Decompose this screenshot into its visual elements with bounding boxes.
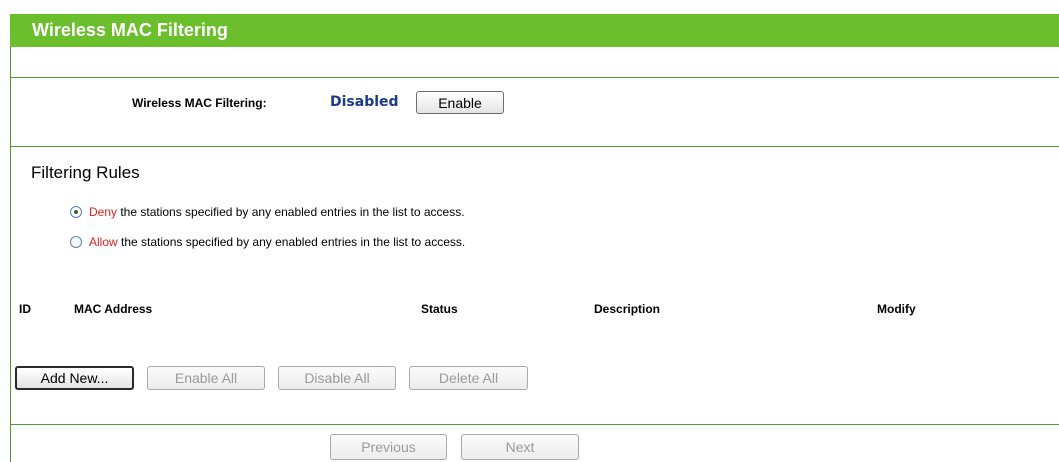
deny-option-label: Deny the stations specified by any enabl… <box>89 205 465 219</box>
deny-keyword: Deny <box>89 205 118 219</box>
column-header-description: Description <box>594 302 661 316</box>
enable-all-button[interactable]: Enable All <box>147 366 265 390</box>
column-header-modify: Modify <box>877 302 916 316</box>
delete-all-button[interactable]: Delete All <box>409 366 528 390</box>
divider <box>11 146 1059 147</box>
column-header-id: ID <box>19 302 31 316</box>
enable-button[interactable]: Enable <box>416 91 504 114</box>
allow-radio[interactable] <box>70 236 82 248</box>
divider <box>11 77 1059 78</box>
radio-selected-dot <box>74 210 78 214</box>
allow-option-text: the stations specified by any enabled en… <box>117 235 466 249</box>
column-header-mac-address: MAC Address <box>74 302 153 316</box>
filtering-rules-heading: Filtering Rules <box>31 163 140 182</box>
disable-all-button[interactable]: Disable All <box>278 366 396 390</box>
allow-option-label: Allow the stations specified by any enab… <box>89 235 465 249</box>
filtering-label: Wireless MAC Filtering: <box>132 96 267 110</box>
filtering-status: Disabled <box>330 94 399 110</box>
deny-radio[interactable] <box>70 206 82 218</box>
next-button[interactable]: Next <box>461 434 579 460</box>
column-header-status: Status <box>421 302 458 316</box>
cropped-heading-fragment <box>0 0 1059 14</box>
previous-button[interactable]: Previous <box>330 434 447 460</box>
page-title: Wireless MAC Filtering <box>32 20 228 40</box>
add-new-button[interactable]: Add New... <box>15 366 134 390</box>
title-bar: Wireless MAC Filtering <box>10 14 1059 47</box>
deny-option-text: the stations specified by any enabled en… <box>117 205 465 219</box>
allow-keyword: Allow <box>89 235 118 249</box>
divider <box>11 424 1059 425</box>
